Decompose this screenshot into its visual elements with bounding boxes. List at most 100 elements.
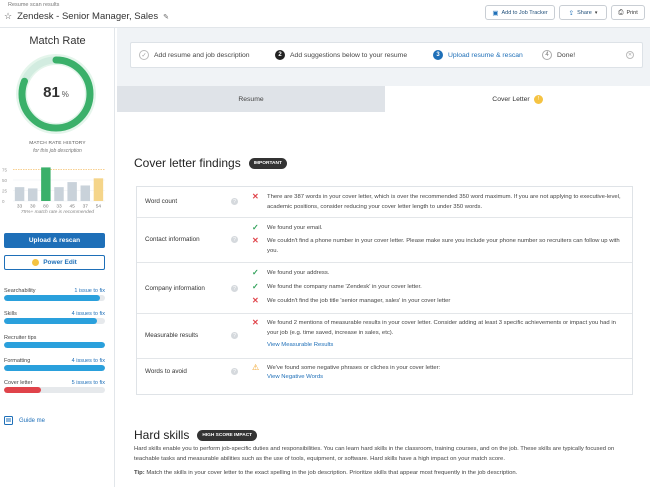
cover-letter-content: Cover letter findings IMPORTANT Word cou… — [117, 112, 650, 487]
check-circle-icon: ✓ — [139, 50, 149, 60]
history-title: MATCH RATE HISTORY — [29, 141, 86, 146]
match-rate-value: 81 % — [14, 84, 98, 101]
guide-me-link[interactable]: Guide me — [4, 416, 45, 425]
finding-item: ⚠ We've found some negative phrases or c… — [252, 364, 627, 374]
printer-icon: ⎙ — [618, 8, 624, 16]
category-cover-letter[interactable]: Cover letter 5 issues to fix — [4, 380, 105, 393]
chevron-down-icon: ▾ — [594, 9, 598, 16]
finding-text: We couldn't find the job title 'senior m… — [267, 298, 451, 304]
tab-resume[interactable]: Resume — [117, 86, 385, 112]
finding-item: ✕ There are 387 words in your cover lett… — [252, 193, 627, 212]
history-bar[interactable] — [41, 167, 51, 201]
main-panel: ✓ Add resume and job description 2 Add s… — [117, 28, 650, 487]
bar-value-label: 54 — [96, 204, 102, 210]
tip-label: Tip: — [134, 470, 145, 476]
category-issues-link[interactable]: 4 issues to fix — [72, 358, 105, 364]
category-formatting[interactable]: Formatting 4 issues to fix — [4, 358, 105, 371]
section-title: Cover letter findings — [134, 156, 241, 170]
y-tick-label: 50 — [2, 178, 8, 183]
category-label: Recruiter tips — [4, 335, 37, 341]
add-to-job-tracker-button[interactable]: ▣ Add to Job Tracker — [485, 5, 555, 20]
finding-text: There are 387 words in your cover letter… — [267, 194, 621, 210]
bar-value-label: 37 — [83, 204, 89, 210]
category-searchability[interactable]: Searchability 1 issue to fix — [4, 288, 105, 301]
check-icon: ✓ — [252, 268, 259, 277]
y-tick-label: 25 — [2, 188, 8, 193]
hard-skills-tip: Tip: Match the skills in your cover lett… — [134, 469, 639, 479]
match-rate-unit: % — [61, 90, 69, 99]
history-bar[interactable] — [93, 178, 104, 201]
help-icon[interactable]: ? — [231, 198, 238, 205]
category-recruiter-tips[interactable]: Recruiter tips — [4, 335, 105, 348]
row-label: Word count — [145, 198, 178, 205]
pencil-icon[interactable]: ✎ — [163, 13, 169, 21]
important-badge: IMPORTANT — [248, 157, 287, 169]
finding-text: We couldn't find a phone number in your … — [267, 238, 620, 254]
view-negative-words-link[interactable]: View Negative Words — [267, 374, 323, 380]
row-label: Words to avoid — [145, 368, 187, 375]
step-upload-rescan[interactable]: 3 Upload resume & rescan — [433, 50, 523, 60]
step-done[interactable]: 4 Done! — [542, 50, 575, 60]
finding-item: ✓ We found the company name 'Zendesk' in… — [252, 283, 627, 293]
guide-icon — [4, 416, 13, 425]
share-button[interactable]: ⇪ Share ▾ — [559, 5, 607, 20]
power-edit-button[interactable]: Power Edit — [4, 255, 105, 270]
help-icon[interactable]: ? — [231, 332, 238, 339]
category-progress-bar — [4, 295, 105, 301]
finding-item: ✓ We found your address. — [252, 269, 627, 279]
print-button[interactable]: ⎙ Print — [611, 5, 645, 20]
help-icon[interactable]: ? — [231, 236, 238, 243]
bar-value-label: 80 — [43, 204, 49, 210]
category-issues-link[interactable]: 4 issues to fix — [72, 311, 105, 317]
step-add-resume[interactable]: ✓ Add resume and job description — [139, 50, 250, 60]
upload-rescan-button[interactable]: Upload & rescan — [4, 233, 105, 248]
category-skills[interactable]: Skills 4 issues to fix — [4, 311, 105, 324]
guide-me-label: Guide me — [19, 417, 46, 424]
category-progress-bar — [4, 342, 105, 348]
help-icon[interactable]: ? — [231, 368, 238, 375]
progress-fill — [4, 342, 105, 348]
bar-value-label: 30 — [30, 204, 36, 210]
check-icon: ✓ — [252, 223, 259, 232]
finding-row-measurable-results: Measurable results ? ✕ We found 2 mentio… — [137, 314, 632, 359]
history-bar[interactable] — [54, 187, 64, 201]
print-label: Print — [626, 9, 638, 16]
breadcrumb[interactable]: Resume scan results — [8, 2, 59, 8]
close-icon[interactable]: ✕ — [626, 51, 634, 59]
finding-text: We found the company name 'Zendesk' in y… — [267, 284, 422, 290]
finding-row-words-to-avoid: Words to avoid ? ⚠ We've found some nega… — [137, 359, 632, 394]
x-icon: ✕ — [252, 318, 259, 327]
category-issues-link[interactable]: 1 issue to fix — [74, 288, 105, 294]
page-title: Zendesk - Senior Manager, Sales — [17, 11, 159, 22]
x-icon: ✕ — [252, 192, 259, 201]
history-bar[interactable] — [14, 187, 25, 201]
category-issues-link[interactable]: 5 issues to fix — [72, 380, 105, 386]
help-icon[interactable]: ? — [231, 285, 238, 292]
history-bar[interactable] — [27, 188, 38, 201]
step-label: Upload resume & rescan — [448, 51, 523, 59]
power-edit-label: Power Edit — [43, 259, 77, 266]
progress-fill — [4, 318, 97, 324]
finding-row-contact-information: Contact information ? ✓ We found your em… — [137, 218, 632, 263]
tab-label: Resume — [238, 95, 264, 103]
share-icon: ⇪ — [568, 9, 575, 17]
step-add-suggestions[interactable]: 2 Add suggestions below to your resume — [275, 50, 407, 60]
finding-item: ✕ We found 2 mentions of measurable resu… — [252, 319, 627, 338]
findings-table: Word count ? ✕ There are 387 words in yo… — [136, 186, 633, 395]
upload-rescan-label: Upload & rescan — [28, 237, 81, 244]
job-tracker-label: Add to Job Tracker — [501, 9, 548, 16]
progress-steps: ✓ Add resume and job description 2 Add s… — [130, 42, 643, 68]
tab-bar: Resume Cover Letter ! — [117, 86, 650, 112]
power-edit-icon — [32, 259, 40, 266]
history-bar[interactable] — [67, 182, 77, 201]
y-tick-label: 0 — [2, 199, 5, 204]
history-bar[interactable] — [80, 185, 91, 201]
x-icon: ✕ — [252, 236, 259, 245]
view-measurable-results-link[interactable]: View Measurable Results — [267, 342, 333, 348]
step-number: 4 — [542, 50, 552, 60]
bar-value-label: 33 — [17, 204, 23, 210]
star-icon[interactable]: ☆ — [4, 11, 12, 22]
tab-cover-letter[interactable]: Cover Letter ! — [385, 86, 650, 112]
finding-text: We've found some negative phrases or cli… — [267, 365, 441, 371]
finding-item: ✕ We couldn't find the job title 'senior… — [252, 297, 627, 307]
